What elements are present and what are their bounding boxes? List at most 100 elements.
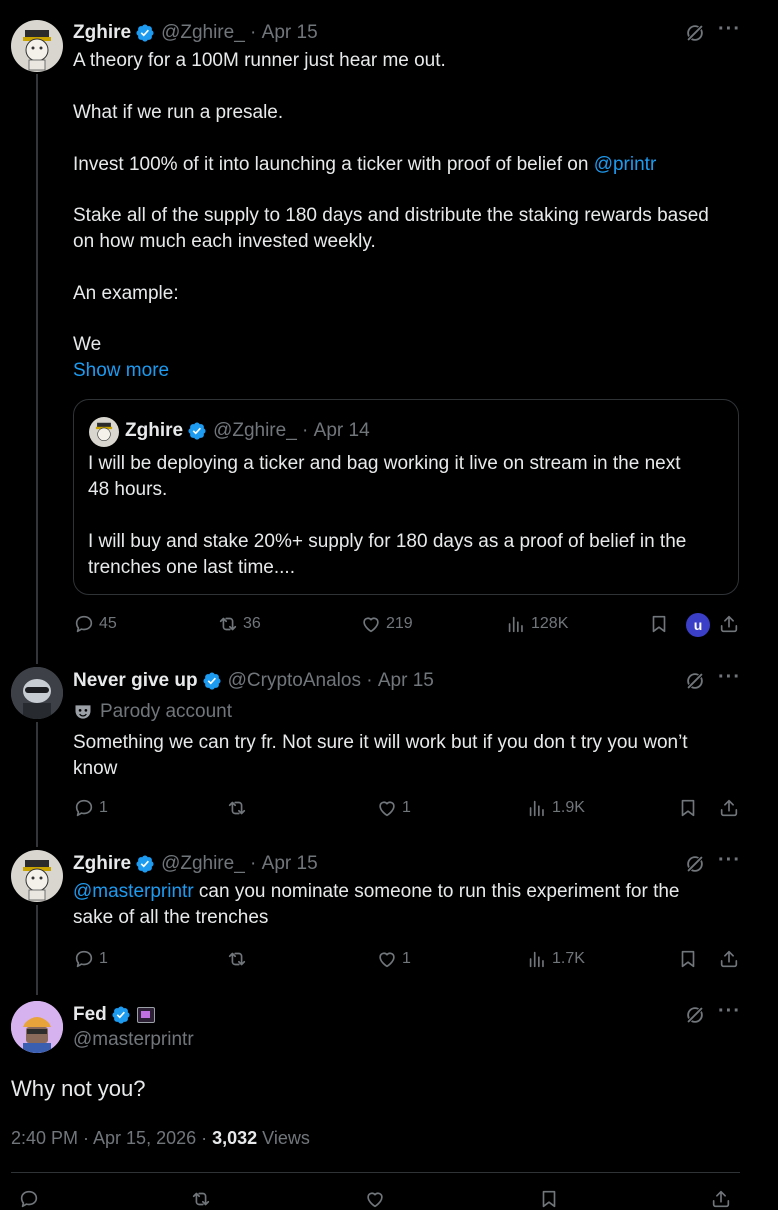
tweet-meta: 2:40 PM · Apr 15, 2026 · 3,032 Views bbox=[11, 1128, 310, 1149]
views-icon bbox=[526, 948, 548, 970]
avatar[interactable] bbox=[11, 1001, 63, 1053]
avatar[interactable] bbox=[11, 20, 63, 72]
timestamp[interactable]: Apr 15 bbox=[262, 853, 318, 875]
avatar[interactable] bbox=[11, 667, 63, 719]
tweet-text-line: sake of all the trenches bbox=[73, 907, 269, 928]
bookmark-button[interactable] bbox=[677, 797, 703, 819]
share-button[interactable] bbox=[710, 1188, 736, 1210]
share-button[interactable] bbox=[718, 613, 744, 635]
reply-button[interactable] bbox=[18, 1188, 44, 1210]
quote-text-line: 48 hours. bbox=[88, 479, 168, 500]
repost-icon bbox=[217, 613, 239, 635]
display-name: Zghire bbox=[125, 420, 184, 441]
views-button[interactable]: 128K bbox=[505, 613, 568, 635]
verified-badge-icon bbox=[111, 1005, 131, 1025]
handle: @Zghire_ bbox=[213, 420, 297, 441]
like-count: 219 bbox=[386, 615, 413, 632]
tweet-text-line: What if we run a presale. bbox=[73, 102, 284, 123]
tweet-text-line: on how much each invested weekly. bbox=[73, 231, 376, 252]
reply-count: 1 bbox=[99, 950, 108, 967]
tweet-timestamp[interactable]: 2:40 PM · Apr 15, 2026 · bbox=[11, 1128, 212, 1148]
bookmark-icon bbox=[677, 797, 699, 819]
quoted-tweet[interactable]: Zghire @Zghire_ · Apr 14 I will be deplo… bbox=[73, 399, 739, 595]
quote-text-line: I will be deploying a ticker and bag wor… bbox=[88, 453, 681, 474]
reply-button[interactable]: 1 bbox=[73, 948, 108, 970]
verified-badge-icon bbox=[135, 23, 155, 43]
repost-button[interactable] bbox=[226, 948, 252, 970]
more-icon[interactable]: ··· bbox=[718, 666, 741, 689]
parody-label: Parody account bbox=[100, 701, 233, 722]
share-icon bbox=[718, 948, 740, 970]
display-name[interactable]: Zghire bbox=[73, 22, 131, 44]
like-button[interactable]: 219 bbox=[360, 613, 413, 635]
reply-icon bbox=[73, 948, 95, 970]
like-icon bbox=[360, 613, 382, 635]
views-button[interactable]: 1.7K bbox=[526, 948, 585, 970]
share-icon bbox=[718, 613, 740, 635]
tweet-text-line: Invest 100% of it into launching a ticke… bbox=[73, 152, 656, 178]
bookmark-button[interactable] bbox=[538, 1188, 564, 1210]
quote-text-line: I will buy and stake 20%+ supply for 180… bbox=[88, 531, 687, 552]
timestamp[interactable]: Apr 15 bbox=[378, 670, 434, 692]
tweet-text-line: @masterprintr can you nominate someone t… bbox=[73, 879, 679, 905]
views-icon bbox=[526, 797, 548, 819]
avatar[interactable] bbox=[11, 850, 63, 902]
reply-button[interactable]: 45 bbox=[73, 613, 117, 635]
timestamp[interactable]: Apr 15 bbox=[262, 22, 318, 44]
like-count: 1 bbox=[402, 950, 411, 967]
like-icon bbox=[376, 797, 398, 819]
display-name[interactable]: Never give up bbox=[73, 670, 198, 692]
repost-button[interactable] bbox=[226, 797, 252, 819]
timestamp: Apr 14 bbox=[313, 420, 370, 441]
grok-icon[interactable] bbox=[684, 670, 706, 692]
bookmark-icon bbox=[538, 1188, 560, 1210]
tweet-text: can you nominate someone to run this exp… bbox=[193, 881, 680, 902]
dot-separator: · bbox=[244, 22, 262, 43]
share-button[interactable] bbox=[718, 797, 744, 819]
like-button[interactable]: 1 bbox=[376, 948, 411, 970]
handle[interactable]: @Zghire_ bbox=[161, 853, 245, 875]
tweet-text-line: We bbox=[73, 334, 102, 355]
mention-link[interactable]: @printr bbox=[594, 154, 657, 175]
like-count: 1 bbox=[402, 799, 411, 816]
affiliate-badge-icon[interactable] bbox=[136, 1007, 155, 1023]
repost-button[interactable]: 36 bbox=[217, 613, 261, 635]
handle[interactable]: @masterprintr bbox=[73, 1029, 194, 1051]
display-name[interactable]: Zghire bbox=[73, 853, 131, 875]
dot-separator: · bbox=[296, 420, 314, 441]
more-icon[interactable]: ··· bbox=[718, 849, 741, 872]
share-button[interactable] bbox=[718, 948, 744, 970]
reply-count: 45 bbox=[99, 615, 117, 632]
handle[interactable]: @CryptoAnalos bbox=[228, 670, 361, 692]
share-icon bbox=[718, 797, 740, 819]
repost-icon bbox=[226, 948, 248, 970]
tweet-text-line: Something we can try fr. Not sure it wil… bbox=[73, 732, 688, 753]
user-badge[interactable]: u bbox=[686, 613, 710, 637]
display-name[interactable]: Fed bbox=[73, 1004, 107, 1026]
views-count: 1.9K bbox=[552, 799, 585, 816]
views-label: Views bbox=[257, 1128, 310, 1148]
repost-icon bbox=[226, 797, 248, 819]
like-icon bbox=[364, 1188, 386, 1210]
show-more-link[interactable]: Show more bbox=[73, 358, 169, 384]
grok-icon[interactable] bbox=[684, 22, 706, 44]
like-button[interactable] bbox=[364, 1188, 390, 1210]
dot-separator: · bbox=[244, 853, 262, 874]
bookmark-icon bbox=[648, 613, 670, 635]
repost-count: 36 bbox=[243, 615, 261, 632]
like-icon bbox=[376, 948, 398, 970]
repost-button[interactable] bbox=[190, 1188, 216, 1210]
mention-link[interactable]: @masterprintr bbox=[73, 881, 194, 902]
tweet-text-line: know bbox=[73, 758, 118, 779]
handle[interactable]: @Zghire_ bbox=[161, 22, 245, 44]
views-button[interactable]: 1.9K bbox=[526, 797, 585, 819]
more-icon[interactable]: ··· bbox=[718, 18, 741, 41]
bookmark-button[interactable] bbox=[648, 613, 674, 635]
more-icon[interactable]: ··· bbox=[718, 1000, 741, 1023]
bookmark-button[interactable] bbox=[677, 948, 703, 970]
grok-icon[interactable] bbox=[684, 1004, 706, 1026]
reply-button[interactable]: 1 bbox=[73, 797, 108, 819]
verified-badge-icon bbox=[187, 421, 207, 441]
grok-icon[interactable] bbox=[684, 853, 706, 875]
like-button[interactable]: 1 bbox=[376, 797, 411, 819]
